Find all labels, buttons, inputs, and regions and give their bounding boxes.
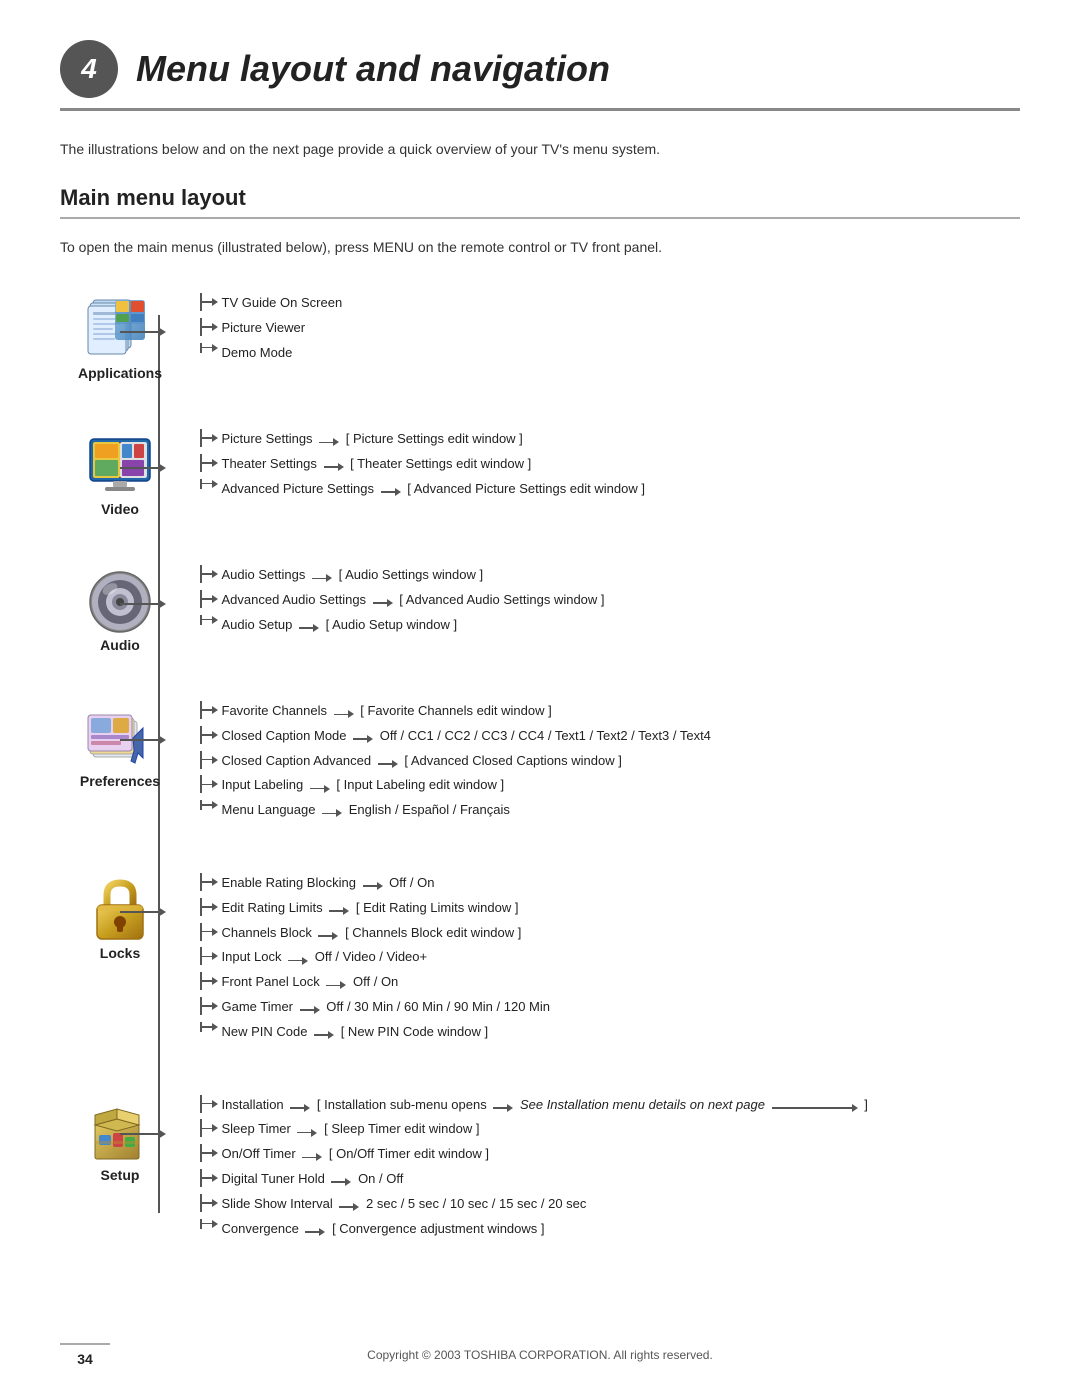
section-subtext: To open the main menus (illustrated belo…: [60, 239, 1020, 255]
video-label: Video: [101, 501, 139, 517]
list-item: Slide Show Interval 2 sec / 5 sec / 10 s…: [200, 1194, 1020, 1215]
list-item: Edit Rating Limits [ Edit Rating Limits …: [200, 898, 1020, 919]
list-item: Favorite Channels [ Favorite Channels ed…: [200, 701, 1020, 722]
menu-row-video: Video Picture Settings [ Picture Setting…: [60, 421, 1020, 517]
list-item: Convergence [ Convergence adjustment win…: [200, 1219, 1020, 1240]
list-item: Demo Mode: [200, 343, 1020, 364]
locks-items: Enable Rating Blocking Off / On Edit Rat…: [180, 865, 1020, 1047]
video-items: Picture Settings [ Picture Settings edit…: [180, 421, 1020, 503]
chapter-title: Menu layout and navigation: [136, 48, 610, 90]
list-item: New PIN Code [ New PIN Code window ]: [200, 1022, 1020, 1043]
list-item: Channels Block [ Channels Block edit win…: [200, 923, 1020, 944]
spine-arrow-video: [120, 463, 166, 473]
page-number: 34: [60, 1343, 110, 1367]
copyright-text: Copyright © 2003 TOSHIBA CORPORATION. Al…: [367, 1348, 713, 1362]
menu-row-applications: Applications TV Guide On Screen: [60, 285, 1020, 381]
list-item: Game Timer Off / 30 Min / 60 Min / 90 Mi…: [200, 997, 1020, 1018]
section-heading: Main menu layout: [60, 185, 1020, 219]
list-item: Digital Tuner Hold On / Off: [200, 1169, 1020, 1190]
spine-arrow-locks: [120, 907, 166, 917]
menu-row-audio: Audio Audio Settings [ Audio Settings wi…: [60, 557, 1020, 653]
menu-row-setup: Setup Installation [ Installation sub-me…: [60, 1087, 1020, 1244]
list-item: Advanced Audio Settings [ Advanced Audio…: [200, 590, 1020, 611]
spine-arrow-setup: [120, 1129, 166, 1139]
menu-tree: Applications TV Guide On Screen: [60, 285, 1020, 1243]
preferences-items: Favorite Channels [ Favorite Channels ed…: [180, 693, 1020, 825]
list-item: Audio Setup [ Audio Setup window ]: [200, 615, 1020, 636]
list-item: Front Panel Lock Off / On: [200, 972, 1020, 993]
applications-items: TV Guide On Screen Picture Viewer: [180, 285, 1020, 367]
list-item: Enable Rating Blocking Off / On: [200, 873, 1020, 894]
list-item: Closed Caption Advanced [ Advanced Close…: [200, 751, 1020, 772]
spine-arrow-audio: [120, 599, 166, 609]
list-item: Picture Viewer: [200, 318, 1020, 339]
list-item: TV Guide On Screen: [200, 293, 1020, 314]
chapter-header: 4 Menu layout and navigation: [60, 40, 1020, 111]
menu-row-locks: Locks Enable Rating Blocking Off / On: [60, 865, 1020, 1047]
setup-items: Installation [ Installation sub-menu ope…: [180, 1087, 1020, 1244]
locks-label: Locks: [100, 945, 140, 961]
list-item: Input Lock Off / Video / Video+: [200, 947, 1020, 968]
list-item: Installation [ Installation sub-menu ope…: [200, 1095, 1020, 1116]
list-item: Advanced Picture Settings [ Advanced Pic…: [200, 479, 1020, 500]
page-footer: 34 Copyright © 2003 TOSHIBA CORPORATION.…: [0, 1343, 1080, 1367]
applications-label: Applications: [78, 365, 162, 381]
preferences-label: Preferences: [80, 773, 160, 789]
list-item: Picture Settings [ Picture Settings edit…: [200, 429, 1020, 450]
list-item: Input Labeling [ Input Labeling edit win…: [200, 775, 1020, 796]
list-item: On/Off Timer [ On/Off Timer edit window …: [200, 1144, 1020, 1165]
menu-row-preferences: Preferences Favorite Channels [ Favorite…: [60, 693, 1020, 825]
list-item: Theater Settings [ Theater Settings edit…: [200, 454, 1020, 475]
list-item: Menu Language English / Español / França…: [200, 800, 1020, 821]
setup-label: Setup: [101, 1167, 140, 1183]
audio-label: Audio: [100, 637, 140, 653]
chapter-number: 4: [60, 40, 118, 98]
list-item: Closed Caption Mode Off / CC1 / CC2 / CC…: [200, 726, 1020, 747]
list-item: Sleep Timer [ Sleep Timer edit window ]: [200, 1119, 1020, 1140]
intro-text: The illustrations below and on the next …: [60, 141, 1020, 157]
spine-arrow-preferences: [120, 735, 166, 745]
audio-items: Audio Settings [ Audio Settings window ]…: [180, 557, 1020, 639]
spine-arrow-applications: [120, 327, 166, 337]
list-item: Audio Settings [ Audio Settings window ]: [200, 565, 1020, 586]
